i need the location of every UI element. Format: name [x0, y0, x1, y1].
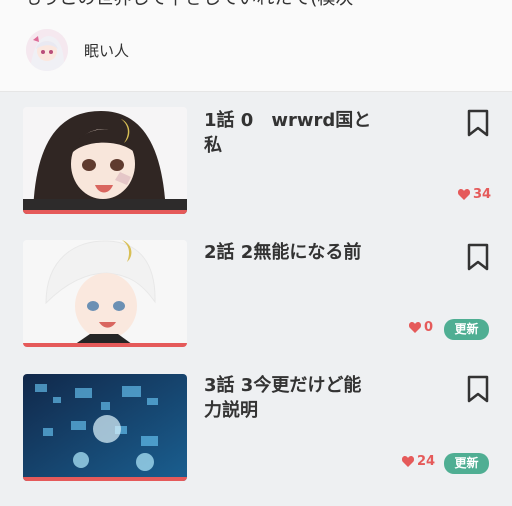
- heart-icon: [402, 456, 414, 467]
- like-count: 34: [458, 187, 491, 202]
- author-name[interactable]: 眠い人: [84, 40, 129, 61]
- episode-title[interactable]: 3話 3今更だけど能力説明: [204, 373, 379, 423]
- thumbnail-accent-bar: [23, 210, 187, 214]
- like-count: 0: [409, 320, 433, 335]
- episode-thumbnail[interactable]: [23, 374, 187, 481]
- heart-icon: [458, 189, 470, 200]
- episode-title[interactable]: 2話 2無能になる前: [204, 240, 379, 265]
- author-avatar[interactable]: [26, 29, 68, 71]
- story-title: もうこの世界して下さしていれたて(模次: [24, 0, 353, 10]
- story-header: もうこの世界して下さしていれたて(模次 眠い人: [0, 0, 512, 92]
- update-badge: 更新: [444, 453, 489, 474]
- heart-icon: [409, 322, 421, 333]
- bookmark-icon[interactable]: [466, 375, 490, 403]
- update-badge: 更新: [444, 319, 489, 340]
- like-count: 24: [402, 454, 435, 469]
- thumbnail-accent-bar: [23, 343, 187, 347]
- thumbnail-accent-bar: [23, 477, 187, 481]
- episode-item[interactable]: 3話 3今更だけど能力説明 24 更新: [0, 374, 512, 506]
- episode-thumbnail[interactable]: [23, 240, 187, 347]
- bookmark-icon[interactable]: [466, 109, 490, 137]
- bookmark-icon[interactable]: [466, 243, 490, 271]
- episode-item[interactable]: 2話 2無能になる前 0 更新: [0, 240, 512, 372]
- episode-item[interactable]: 1話 0 wrwrd国と私 34: [0, 107, 512, 239]
- episode-title[interactable]: 1話 0 wrwrd国と私: [204, 108, 379, 158]
- episode-thumbnail[interactable]: [23, 107, 187, 214]
